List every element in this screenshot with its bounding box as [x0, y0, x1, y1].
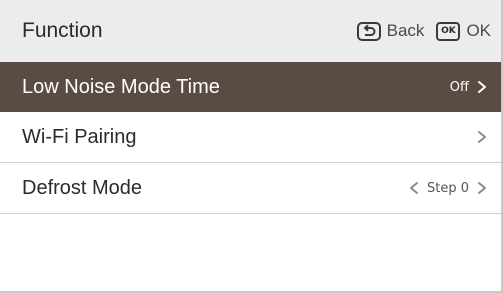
back-label: Back [386, 21, 425, 40]
page-title: Function [22, 19, 103, 42]
chevron-left-icon[interactable] [409, 181, 419, 195]
chevron-right-icon [478, 131, 486, 143]
header-actions: Back OK OK [356, 21, 491, 41]
menu-item-value-group: Off [450, 80, 487, 95]
menu-item-label: Low Noise Mode Time [22, 75, 220, 98]
chevron-right-icon [478, 81, 486, 93]
menu-item-value: Off [449, 79, 469, 95]
ok-icon: OK [436, 21, 461, 41]
back-button[interactable]: Back [356, 21, 425, 41]
menu-item-wifi-pairing[interactable]: Wi-Fi Pairing [0, 112, 501, 163]
chevron-right-icon[interactable] [477, 181, 487, 195]
menu-item-defrost-mode[interactable]: Defrost Mode Step 0 [0, 163, 501, 214]
ok-label: OK [466, 21, 491, 40]
header-bar: Function Back OK OK [0, 0, 501, 62]
menu-item-label: Wi-Fi Pairing [22, 125, 137, 148]
menu-item-value: Step 0 [426, 180, 469, 196]
menu-item-low-noise-mode-time[interactable]: Low Noise Mode Time Off [0, 62, 501, 112]
ok-button[interactable]: OK OK [424, 21, 491, 41]
function-menu-list: Low Noise Mode Time Off Wi-Fi Pairing De… [0, 62, 501, 214]
menu-item-value-group: Step 0 [409, 181, 487, 196]
menu-item-label: Defrost Mode [22, 176, 143, 199]
function-screen: Function Back OK OK Low Noise Mode Time … [0, 0, 503, 293]
menu-item-value-group [469, 130, 487, 144]
back-icon [356, 21, 381, 41]
